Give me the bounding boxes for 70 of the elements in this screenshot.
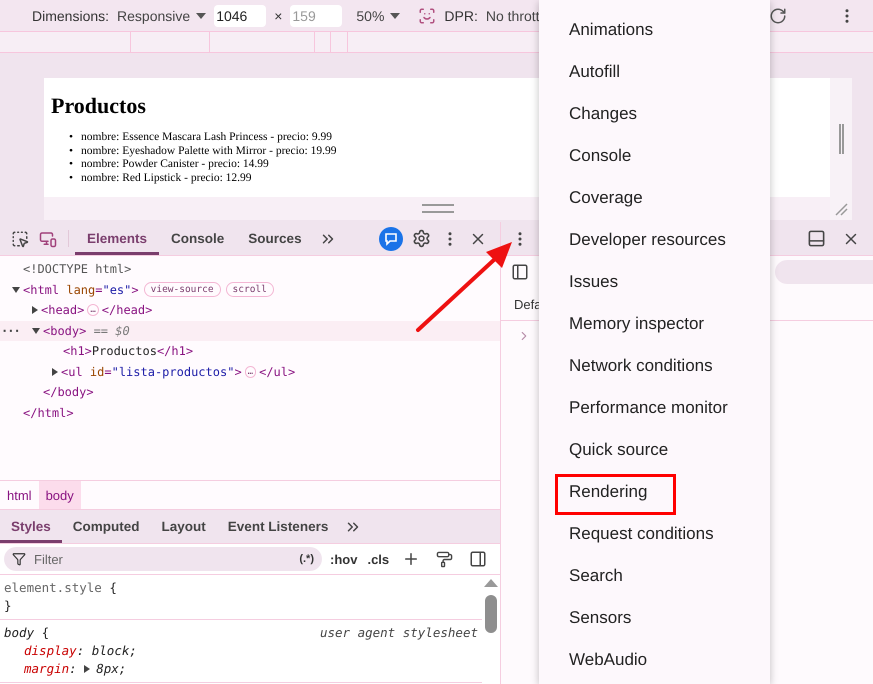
menu-item[interactable]: Developer resources <box>539 219 770 261</box>
rule-source: user agent stylesheet <box>320 624 478 642</box>
menu-item[interactable]: Animations <box>539 9 770 51</box>
menu-item[interactable]: WebAudio <box>539 639 770 681</box>
page-heading: Productos <box>51 93 146 119</box>
search-field[interactable] <box>775 260 873 284</box>
product-item: nombre: Red Lipstick - precio: 12.99 <box>81 172 252 185</box>
ai-assistant-button[interactable] <box>379 226 403 250</box>
width-field[interactable]: 1046 <box>214 4 266 26</box>
class-toggle[interactable]: .cls <box>365 552 392 566</box>
bullet: • <box>69 131 74 144</box>
menu-item[interactable]: Console <box>539 135 770 177</box>
more-dots[interactable]: ··· <box>1 324 20 338</box>
device-dropdown[interactable]: Responsive <box>117 8 206 24</box>
menu-item[interactable]: Search <box>539 555 770 597</box>
dom-node[interactable]: <h1>Productos</h1> <box>0 341 500 362</box>
panel-tab[interactable]: Sources <box>236 222 314 255</box>
css-selector: body { <box>4 624 50 642</box>
closing-brace: } <box>4 598 12 613</box>
dimensions-label: Dimensions: <box>32 8 110 24</box>
menu-item[interactable]: Sensors <box>539 597 770 639</box>
grip-icon[interactable] <box>422 204 454 213</box>
dom-node[interactable]: <!DOCTYPE html> <box>0 259 500 280</box>
styles-tab[interactable]: Event Listeners <box>216 510 340 543</box>
bullet: • <box>69 172 74 185</box>
zoom-dropdown[interactable]: 50% <box>356 8 400 24</box>
bullet: • <box>69 144 74 158</box>
expand-triangle-icon[interactable] <box>84 665 90 673</box>
menu-item[interactable]: Request conditions <box>539 513 770 555</box>
menu-item[interactable]: Performance monitor <box>539 387 770 429</box>
styles-tab[interactable]: Layout <box>150 510 217 543</box>
menu-item[interactable]: Memory inspector <box>539 303 770 345</box>
menu-item[interactable]: Coverage <box>539 177 770 219</box>
filter-icon <box>12 552 26 566</box>
dom-node[interactable]: </html> <box>0 402 500 423</box>
css-declaration: margin: 8px; <box>23 660 128 678</box>
menu-item[interactable]: Autofill <box>539 51 770 93</box>
menu-item[interactable]: Quick source <box>539 429 770 471</box>
times-sign: × <box>274 8 282 24</box>
dom-node[interactable]: </body> <box>0 382 500 402</box>
breadcrumb[interactable]: html <box>0 481 39 509</box>
filter-field[interactable]: Filter (.*) <box>4 547 322 571</box>
bullet: • <box>69 158 74 172</box>
breadcrumb[interactable]: body <box>38 481 81 509</box>
panel-tab[interactable]: Console <box>159 222 236 255</box>
styles-tab[interactable]: Styles <box>0 510 62 543</box>
product-item: nombre: Powder Canister - precio: 14.99 <box>81 158 269 172</box>
capture-icon[interactable] <box>418 6 436 24</box>
chat-icon <box>384 232 398 246</box>
product-item: nombre: Essence Mascara Lash Princess - precio: 9.99 <box>81 131 332 144</box>
hover-toggle[interactable]: :hov <box>328 552 360 566</box>
dom-node[interactable]: ··· <body> == $0 <box>0 320 500 341</box>
sidebar-toggle-icon[interactable] <box>511 263 529 281</box>
menu-item[interactable]: Network conditions <box>539 345 770 387</box>
css-selector: element.style { <box>4 579 117 597</box>
menu-item[interactable]: Issues <box>539 261 770 303</box>
css-declaration: display: block; <box>23 642 138 660</box>
rotate-icon[interactable] <box>769 6 787 24</box>
throttle-dropdown[interactable]: No thrott <box>486 8 540 24</box>
side-resize-strip[interactable] <box>830 78 852 220</box>
grip-icon[interactable] <box>838 124 844 154</box>
dom-node[interactable]: <head> … </head> <box>0 300 500 320</box>
dom-node[interactable]: <ul id="lista-productos"> … </ul> <box>0 362 500 382</box>
dpr-label: DPR: <box>444 8 478 24</box>
resize-corner-icon[interactable] <box>834 202 848 216</box>
styles-tab[interactable]: Computed <box>62 510 151 543</box>
menu-item[interactable]: Rendering <box>539 471 770 513</box>
dom-node[interactable]: <html lang="es"> view-source scroll <box>0 280 500 300</box>
product-item: nombre: Eyeshadow Palette with Mirror - precio: 19.99 <box>81 144 336 158</box>
menu-item[interactable]: Changes <box>539 93 770 135</box>
